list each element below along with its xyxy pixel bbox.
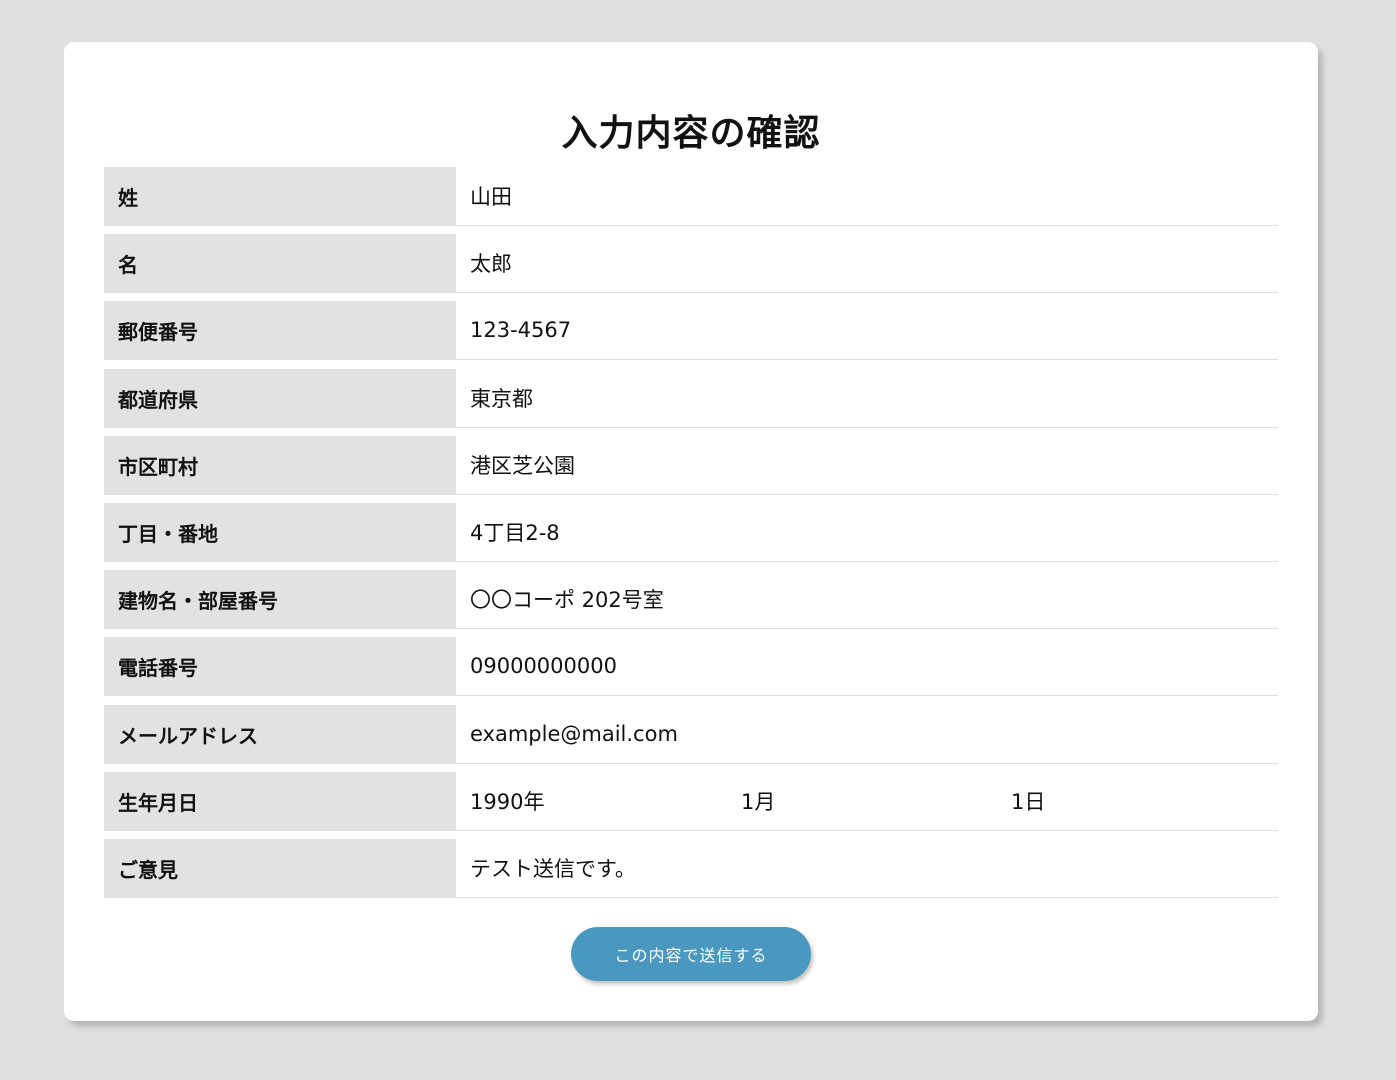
row-first-name: 名 太郎: [104, 234, 1278, 301]
row-city: 市区町村 港区芝公園: [104, 435, 1278, 503]
field-value: example@mail.com: [456, 705, 1278, 764]
field-label: 市区町村: [104, 435, 456, 495]
field-label: 建物名・部屋番号: [104, 570, 456, 630]
field-value: 123-4567: [456, 301, 1278, 361]
row-comment: ご意見 テスト送信です。: [104, 838, 1278, 906]
field-label: 丁目・番地: [104, 502, 456, 562]
confirmation-table: 姓 山田 名 太郎 郵便番号 123-4567 都道府県 東京都 市区町村 港区…: [104, 167, 1278, 906]
row-prefecture: 都道府県 東京都: [104, 368, 1278, 436]
birthdate-value: 1990年 1月 1日: [456, 772, 1278, 831]
field-label: 都道府県: [104, 368, 456, 428]
row-phone: 電話番号 09000000000: [104, 637, 1278, 704]
submit-button[interactable]: この内容で送信する: [571, 927, 811, 981]
field-label: ご意見: [104, 838, 456, 898]
field-value: 4丁目2-8: [456, 503, 1278, 562]
field-label: 姓: [104, 167, 456, 226]
row-last-name: 姓 山田: [104, 167, 1278, 234]
field-label: メールアドレス: [104, 704, 456, 764]
field-label: 生年月日: [104, 771, 456, 831]
field-value: 〇〇コーポ 202号室: [456, 570, 1278, 630]
field-value: 東京都: [456, 369, 1278, 428]
field-value: 09000000000: [456, 637, 1278, 697]
field-label: 名: [104, 234, 456, 294]
page-title: 入力内容の確認: [561, 113, 821, 155]
row-building: 建物名・部屋番号 〇〇コーポ 202号室: [104, 570, 1278, 637]
row-birthdate: 生年月日 1990年 1月 1日: [104, 771, 1278, 839]
confirmation-card: 入力内容の確認 姓 山田 名 太郎 郵便番号 123-4567 都道府県 東京都…: [64, 42, 1318, 1021]
birth-year: 1990年: [470, 789, 545, 814]
row-street-address: 丁目・番地 4丁目2-8: [104, 502, 1278, 570]
row-postal-code: 郵便番号 123-4567: [104, 301, 1278, 368]
field-value: 山田: [456, 167, 1278, 226]
field-label: 郵便番号: [104, 301, 456, 361]
row-email: メールアドレス example@mail.com: [104, 704, 1278, 772]
birth-day: 1日: [1011, 789, 1046, 814]
field-value: 港区芝公園: [456, 436, 1278, 495]
field-label: 電話番号: [104, 637, 456, 697]
field-value: 太郎: [456, 234, 1278, 294]
birth-month: 1月: [741, 789, 776, 814]
field-value: テスト送信です。: [456, 839, 1278, 898]
